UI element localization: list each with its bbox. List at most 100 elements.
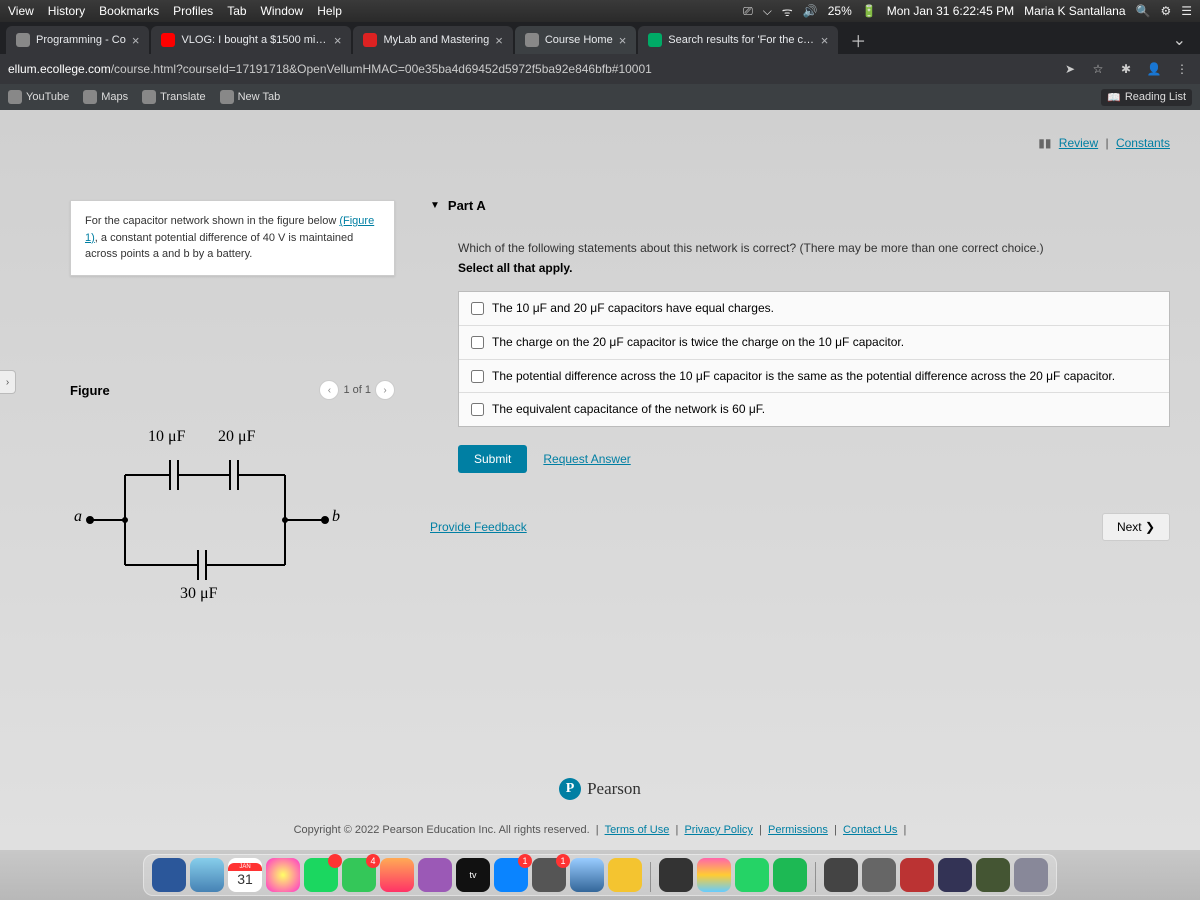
next-figure-button[interactable]: › [375, 380, 395, 400]
choice-2[interactable]: The charge on the 20 μF capacitor is twi… [459, 326, 1169, 360]
constants-link[interactable]: Constants [1116, 136, 1170, 150]
dock-folder-icon[interactable] [938, 858, 972, 892]
tab-course-home[interactable]: Course Home × [515, 26, 636, 54]
dock-preview-icon[interactable] [190, 858, 224, 892]
address-bar[interactable]: ellum.ecollege.com/course.html?courseId=… [8, 62, 1052, 76]
choice-2-text: The charge on the 20 μF capacitor is twi… [492, 334, 1157, 351]
page-footer: P Pearson Copyright © 2022 Pearson Educa… [0, 778, 1200, 850]
request-answer-link[interactable]: Request Answer [543, 452, 630, 466]
share-icon[interactable]: ➤ [1060, 62, 1080, 76]
menu-view[interactable]: View [8, 4, 34, 18]
tab-mylab[interactable]: MyLab and Mastering × [353, 26, 512, 54]
choice-1[interactable]: The 10 μF and 20 μF capacitors have equa… [459, 292, 1169, 326]
submit-button[interactable]: Submit [458, 445, 527, 473]
terms-link[interactable]: Terms of Use [605, 824, 670, 836]
wifi-icon[interactable]: ᯤ [782, 3, 793, 20]
menu-window[interactable]: Window [261, 4, 304, 18]
choice-4-checkbox[interactable] [471, 403, 484, 416]
tab-vlog[interactable]: VLOG: I bought a $1500 mirror × [151, 26, 351, 54]
badge-icon: 4 [366, 854, 380, 868]
favicon-icon [8, 90, 22, 104]
bookmark-label: New Tab [238, 91, 281, 103]
dock-folder-icon[interactable] [976, 858, 1010, 892]
dock-facetime-icon[interactable]: 4 [342, 858, 376, 892]
airplay-icon[interactable]: ⎚ [743, 4, 753, 19]
dock-calendar-icon[interactable]: JAN 31 [228, 858, 262, 892]
bookmark-maps[interactable]: Maps [83, 90, 128, 104]
privacy-link[interactable]: Privacy Policy [684, 824, 752, 836]
user-name[interactable]: Maria K Santallana [1024, 4, 1125, 18]
menu-help[interactable]: Help [317, 4, 342, 18]
dock-appstore-icon[interactable]: 1 [494, 858, 528, 892]
dock-word-icon[interactable] [152, 858, 186, 892]
copyright-text: Copyright © 2022 Pearson Education Inc. … [294, 824, 590, 836]
close-icon[interactable]: × [334, 33, 342, 48]
choice-4[interactable]: The equivalent capacitance of the networ… [459, 393, 1169, 426]
dock-app-icon[interactable] [570, 858, 604, 892]
bookmark-translate[interactable]: Translate [142, 90, 205, 104]
dock-music-icon[interactable] [380, 858, 414, 892]
spotlight-icon[interactable]: 🔍 [1136, 4, 1151, 18]
profile-icon[interactable]: 👤 [1144, 62, 1164, 76]
url-path: /course.html?courseId=17191718&OpenVellu… [111, 62, 652, 76]
part-header[interactable]: ▼ Part A [430, 198, 1170, 213]
close-icon[interactable]: × [132, 33, 140, 48]
dock-podcasts-icon[interactable] [418, 858, 452, 892]
provide-feedback-link[interactable]: Provide Feedback [430, 520, 527, 534]
tab-overflow-icon[interactable]: ⌄ [1165, 26, 1194, 54]
close-icon[interactable]: × [495, 33, 503, 48]
dock-messages-icon[interactable] [304, 858, 338, 892]
close-icon[interactable]: × [821, 33, 829, 48]
dock-photos-icon[interactable] [266, 858, 300, 892]
menu-tab[interactable]: Tab [227, 4, 246, 18]
dock-folder-icon[interactable] [900, 858, 934, 892]
dock-app-icon[interactable] [697, 858, 731, 892]
tab-title: Search results for 'For the cap [668, 34, 814, 46]
kebab-icon[interactable]: ⋮ [1172, 62, 1192, 76]
tab-search-results[interactable]: Search results for 'For the cap × [638, 26, 838, 54]
star-icon[interactable]: ☆ [1088, 62, 1108, 76]
menu-bookmarks[interactable]: Bookmarks [99, 4, 159, 18]
extension-icon[interactable]: ✱ [1116, 62, 1136, 76]
dock-settings-icon[interactable]: 1 [532, 858, 566, 892]
dock-spotify-icon[interactable] [773, 858, 807, 892]
flag-icon[interactable]: ▮▮ [1038, 136, 1051, 150]
dock-appletv-icon[interactable]: tv [456, 858, 490, 892]
bluetooth-icon[interactable]: ⌵ [763, 4, 772, 19]
youtube-favicon-icon [161, 33, 175, 47]
bookmark-newtab[interactable]: New Tab [220, 90, 281, 104]
dock-app-icon[interactable] [659, 858, 693, 892]
permissions-link[interactable]: Permissions [768, 824, 828, 836]
copyright-line: Copyright © 2022 Pearson Education Inc. … [0, 824, 1200, 850]
dock-folder-icon[interactable] [824, 858, 858, 892]
reading-list-button[interactable]: 📖Reading List [1101, 89, 1192, 106]
choice-3-text: The potential difference across the 10 μ… [492, 368, 1157, 385]
menu-profiles[interactable]: Profiles [173, 4, 213, 18]
prev-figure-button[interactable]: ‹ [319, 380, 339, 400]
choice-3-checkbox[interactable] [471, 370, 484, 383]
dock-area: JAN 31 4 tv 1 1 [0, 850, 1200, 900]
control-center-icon[interactable]: ⚙ [1160, 4, 1171, 18]
menu-icon[interactable]: ☰ [1181, 4, 1192, 18]
dock-folder-icon[interactable] [862, 858, 896, 892]
new-tab-button[interactable]: ＋ [840, 26, 876, 54]
choice-1-checkbox[interactable] [471, 302, 484, 315]
choice-3[interactable]: The potential difference across the 10 μ… [459, 360, 1169, 394]
menu-history[interactable]: History [48, 4, 85, 18]
dock-app-icon[interactable] [608, 858, 642, 892]
dock-whatsapp-icon[interactable] [735, 858, 769, 892]
tab-programming[interactable]: Programming - Co × [6, 26, 149, 54]
volume-icon[interactable]: 🔊 [803, 4, 818, 18]
review-link[interactable]: Review [1059, 136, 1098, 150]
close-icon[interactable]: × [619, 33, 627, 48]
contact-link[interactable]: Contact Us [843, 824, 897, 836]
pearson-p-icon: P [559, 778, 581, 800]
choice-2-checkbox[interactable] [471, 336, 484, 349]
browser-toolbar: ellum.ecollege.com/course.html?courseId=… [0, 54, 1200, 84]
badge-icon: 1 [518, 854, 532, 868]
bookmark-youtube[interactable]: YouTube [8, 90, 69, 104]
expand-sidebar-button[interactable]: › [0, 370, 16, 394]
clock[interactable]: Mon Jan 31 6:22:45 PM [887, 4, 1014, 18]
next-button[interactable]: Next ❯ [1102, 513, 1170, 541]
dock-trash-icon[interactable] [1014, 858, 1048, 892]
